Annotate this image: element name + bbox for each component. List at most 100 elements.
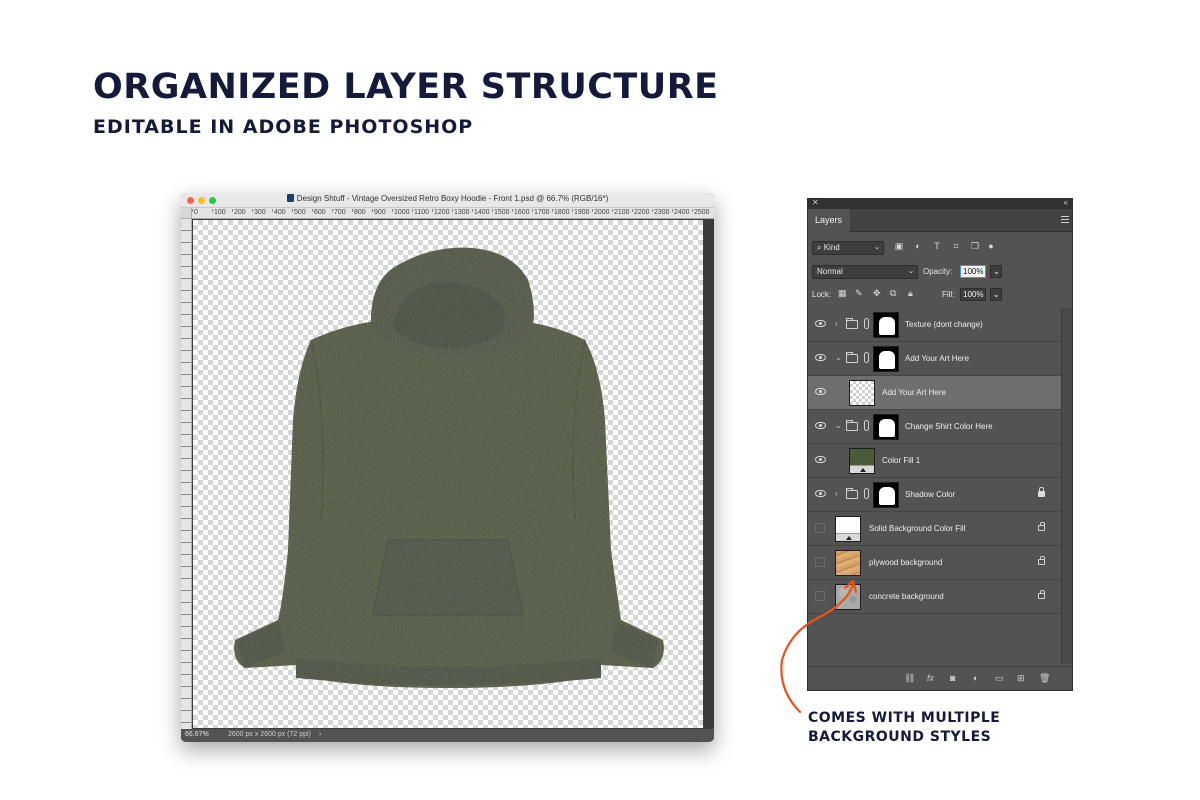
ruler-tick <box>312 209 313 212</box>
ruler-label: 2400 <box>674 209 690 216</box>
link-icon[interactable] <box>864 420 869 431</box>
ruler-tick <box>452 209 453 212</box>
opacity-slider-toggle[interactable]: ⌄ <box>990 265 1002 278</box>
lock-icon <box>1038 487 1045 497</box>
layer-name: concrete background <box>869 592 944 601</box>
visibility-eye-icon[interactable] <box>815 456 826 463</box>
psd-file-icon <box>286 194 294 202</box>
layer-thumbnail[interactable] <box>835 550 861 576</box>
smart-object-filter-icon[interactable]: ❐ <box>970 241 980 251</box>
filter-kind-select[interactable]: ⌕ Kind ⌄ <box>812 241 884 255</box>
ruler-tick <box>372 209 373 212</box>
layer-row-plywood-background[interactable]: plywood background <box>808 546 1061 580</box>
layer-row-art-group[interactable]: ⌄ Add Your Art Here <box>808 342 1061 376</box>
layer-name: Add Your Art Here <box>882 388 947 397</box>
visibility-eye-icon[interactable] <box>815 320 826 327</box>
layer-mask-thumbnail[interactable] <box>873 346 899 372</box>
chevron-down-icon[interactable]: ⌄ <box>835 421 842 430</box>
panel-menu-icon[interactable] <box>1061 216 1069 224</box>
filter-toggle-icon[interactable]: ● <box>986 241 996 251</box>
layer-row-shadow-color[interactable]: › Shadow Color <box>808 478 1061 512</box>
lock-all-icon[interactable]: 🔒︎ <box>908 288 913 298</box>
document-status-bar: 66.67% 2600 px x 2600 px (72 ppi) › <box>181 729 714 742</box>
new-layer-icon[interactable]: ⊞ <box>1017 673 1025 684</box>
visibility-eye-icon[interactable] <box>815 388 826 395</box>
blend-mode-select[interactable]: Normal ⌄ <box>812 265 918 279</box>
link-icon[interactable] <box>864 488 869 499</box>
layer-name: plywood background <box>869 558 943 567</box>
layer-row-concrete-background[interactable]: concrete background <box>808 580 1061 614</box>
link-icon[interactable] <box>864 352 869 363</box>
layer-thumbnail[interactable] <box>849 380 875 406</box>
chevron-right-icon[interactable]: › <box>835 319 838 328</box>
visibility-toggle-off[interactable] <box>815 591 825 601</box>
layers-scrollbar[interactable] <box>1061 308 1072 664</box>
visibility-toggle-off[interactable] <box>815 557 825 567</box>
fill-layer-thumbnail[interactable] <box>835 516 861 542</box>
layer-row-solid-background[interactable]: Solid Background Color Fill <box>808 512 1061 546</box>
chevron-down-icon: ⌄ <box>874 244 880 251</box>
filter-kind-value: Kind <box>823 243 840 252</box>
visibility-eye-icon[interactable] <box>815 354 826 361</box>
adjustment-layer-icon[interactable]: ◐ <box>973 673 978 684</box>
chevron-right-icon[interactable]: › <box>835 489 838 498</box>
vertical-ruler[interactable] <box>181 219 192 729</box>
ruler-tick <box>572 209 573 212</box>
callout-text: COMES WITH MULTIPLE BACKGROUND STYLES <box>808 709 1000 747</box>
lock-position-icon[interactable]: ✥ <box>873 288 881 298</box>
layer-mask-thumbnail[interactable] <box>873 482 899 508</box>
type-filter-icon[interactable]: T <box>932 241 942 251</box>
shape-filter-icon[interactable]: ⌗ <box>951 241 961 251</box>
layer-mask-thumbnail[interactable] <box>873 312 899 338</box>
close-panel-icon[interactable]: ✕ <box>812 199 819 207</box>
layer-row-shirt-color-group[interactable]: ⌄ Change Shirt Color Here <box>808 410 1061 444</box>
ruler-label: 300 <box>254 209 266 216</box>
ruler-tick <box>672 209 673 212</box>
lock-transparent-icon[interactable]: ▦ <box>838 288 847 298</box>
layer-mask-thumbnail[interactable] <box>873 414 899 440</box>
new-group-icon[interactable]: ▭ <box>995 673 1004 684</box>
ruler-label: 2200 <box>634 209 650 216</box>
trash-icon[interactable]: 🗑︎ <box>1039 673 1050 684</box>
ruler-label: 2000 <box>594 209 610 216</box>
add-mask-icon[interactable]: ◙ <box>950 673 955 684</box>
lock-artboard-icon[interactable]: ⧉ <box>890 288 896 298</box>
opacity-input[interactable]: 100% <box>960 265 987 278</box>
layer-row-art-smart-object[interactable]: Add Your Art Here <box>808 376 1061 410</box>
link-layers-icon[interactable]: ⛓︎ <box>904 673 915 684</box>
layer-thumbnail[interactable] <box>835 584 861 610</box>
blend-row: Normal ⌄ Opacity: 100% ⌄ <box>812 265 1066 279</box>
tab-layers[interactable]: Layers <box>808 209 850 232</box>
ruler-tick <box>532 209 533 212</box>
ruler-tick <box>392 209 393 212</box>
collapse-panel-icon[interactable]: « <box>1064 199 1068 207</box>
layer-row-texture[interactable]: › Texture (dont change) <box>808 308 1061 342</box>
document-titlebar: Design Shtuff - Vintage Oversized Retro … <box>181 193 714 208</box>
ruler-label: 1100 <box>414 209 430 216</box>
layer-name: Add Your Art Here <box>905 354 970 363</box>
hoodie-image <box>234 247 664 688</box>
horizontal-ruler[interactable]: 0 100 200 300 400 500 600 700 800 900 1000 1100 1200… <box>192 208 714 219</box>
fill-input[interactable]: 100% <box>960 288 987 301</box>
visibility-eye-icon[interactable] <box>815 422 826 429</box>
status-menu-arrow[interactable]: › <box>319 731 321 738</box>
folder-icon <box>846 488 858 499</box>
fill-layer-thumbnail[interactable] <box>849 448 875 474</box>
link-icon[interactable] <box>864 318 869 329</box>
pixel-filter-icon[interactable]: ▣ <box>894 241 904 251</box>
ruler-corner[interactable] <box>181 208 192 219</box>
lock-image-icon[interactable]: ✎ <box>855 288 863 298</box>
ruler-label: 2100 <box>614 209 630 216</box>
visibility-eye-icon[interactable] <box>815 490 826 497</box>
visibility-toggle-off[interactable] <box>815 523 825 533</box>
chevron-down-icon[interactable]: ⌄ <box>835 353 842 362</box>
zoom-level[interactable]: 66.67% <box>185 731 209 738</box>
fx-icon[interactable]: fx <box>927 673 934 684</box>
ruler-tick <box>512 209 513 212</box>
document-canvas[interactable] <box>193 220 703 728</box>
fill-slider-toggle[interactable]: ⌄ <box>990 288 1002 301</box>
blend-mode-value: Normal <box>817 267 843 276</box>
adjustment-filter-icon[interactable]: ◐ <box>913 241 923 251</box>
lock-icon <box>1038 556 1045 565</box>
layer-row-color-fill[interactable]: Color Fill 1 <box>808 444 1061 478</box>
